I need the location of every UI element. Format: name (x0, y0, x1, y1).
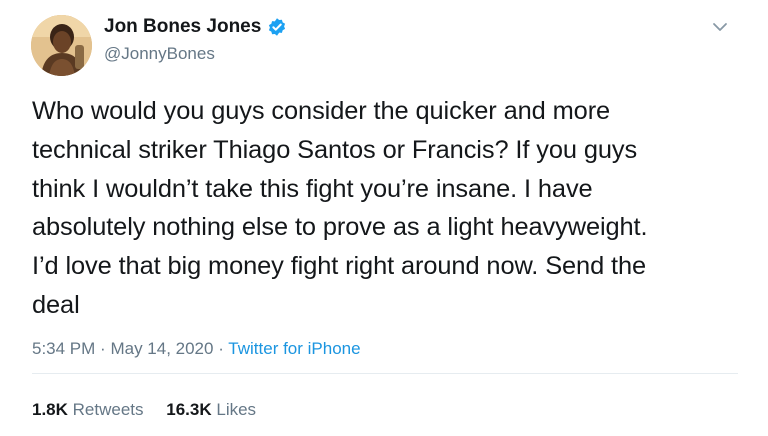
tweet-date[interactable]: May 14, 2020 (110, 339, 213, 358)
tweet-text-line: Who would you guys consider the quicker … (32, 97, 611, 125)
likes-label: Likes (216, 400, 257, 419)
tweet-text-line: technical striker Thiago Santos or Franc… (32, 135, 638, 164)
retweets-label: Retweets (72, 400, 144, 419)
tweet-source-link[interactable]: Twitter for iPhone (228, 339, 360, 358)
avatar-image (31, 15, 92, 76)
retweets-count: 1.8K (32, 400, 68, 419)
verified-badge-icon (267, 17, 287, 37)
meta-separator: · (218, 339, 224, 358)
avatar[interactable] (31, 15, 92, 76)
tweet-meta: 5:34 PM · May 14, 2020 · Twitter for iPh… (32, 339, 361, 359)
author-display-name[interactable]: Jon Bones Jones (104, 16, 261, 38)
likes-count: 16.3K (166, 400, 212, 419)
tweet-text-line: absolutely nothing else to prove as a li… (32, 213, 648, 242)
tweet-text-line: I’d love that big money fight right arou… (32, 252, 647, 281)
retweets-stat[interactable]: 1.8K Retweets (32, 400, 148, 419)
likes-stat[interactable]: 16.3K Likes (166, 400, 256, 419)
divider (32, 373, 738, 374)
tweet-card: Jon Bones Jones @JonnyBones Who would yo… (0, 0, 768, 436)
tweet-text-line: deal (32, 290, 80, 319)
chevron-down-icon[interactable] (709, 16, 731, 38)
tweet-text: Who would you guys consider the quicker … (32, 92, 742, 325)
meta-separator: · (100, 339, 106, 358)
tweet-time[interactable]: 5:34 PM (32, 339, 95, 358)
author-handle[interactable]: @JonnyBones (104, 44, 215, 64)
author-name-row[interactable]: Jon Bones Jones (104, 16, 287, 38)
tweet-text-line: think I wouldn’t take this fight you’re … (32, 174, 593, 203)
tweet-stats: 1.8K Retweets 16.3K Likes (32, 400, 274, 420)
